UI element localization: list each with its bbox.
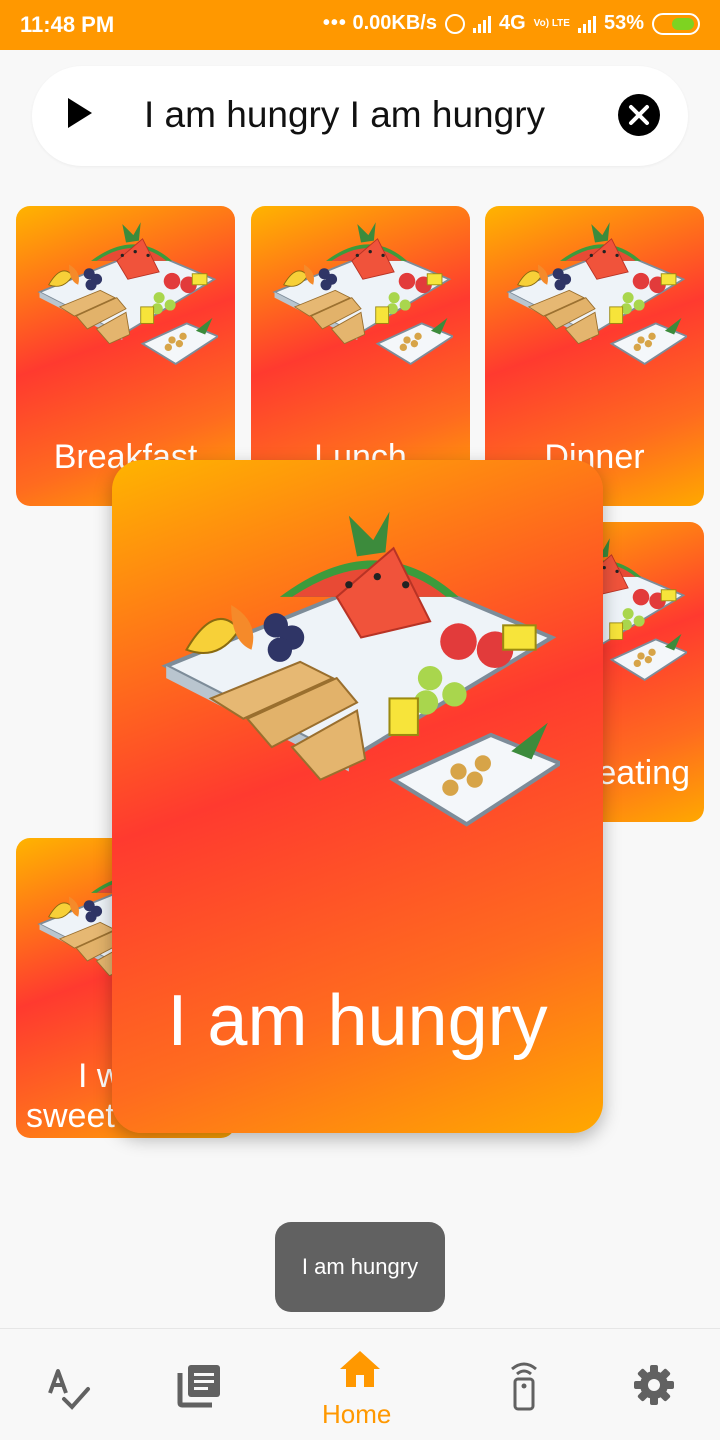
status-time: 11:48 PM [20,12,115,37]
status-indicators: ••• 0.00KB/s 4G Vo) LTE 53% [323,12,700,35]
network-type: 4G [498,12,526,34]
food-plate-image [503,220,687,368]
focused-card[interactable]: I am hungry [112,460,603,1133]
card-label: eating [597,754,690,792]
toast: I am hungry [275,1222,445,1312]
food-plate-image [34,220,218,368]
play-icon[interactable] [68,98,92,128]
battery-icon [652,12,700,35]
nav-home-label: Home [322,1399,392,1429]
gear-icon [634,1365,674,1405]
food-plate-image [154,500,560,840]
nav-remote[interactable] [474,1329,574,1440]
sentence-bar: I am hungry I am hungry [32,66,688,166]
sentence-text: I am hungry I am hungry [144,94,546,135]
toast-text: I am hungry [301,1254,419,1279]
alarm-icon [444,13,465,34]
remote-icon [511,1362,537,1411]
signal-icon [472,15,491,33]
bottom-nav: Home [0,1328,720,1440]
spellcheck-icon [48,1369,90,1410]
clear-button[interactable] [618,94,660,136]
nav-library[interactable] [150,1329,250,1440]
signal-icon-2 [577,15,596,33]
focused-card-label: I am hungry [167,981,548,1061]
network-speed: ••• 0.00KB/s [322,12,437,34]
home-icon [340,1351,380,1387]
status-bar: 11:48 PM ••• 0.00KB/s 4G Vo) LTE 53% [0,0,720,50]
close-icon [629,105,649,125]
food-plate-image [269,220,453,368]
volte-icon: Vo) LTE [533,17,570,29]
card-label: I w sweet [26,1057,122,1135]
library-books-icon [177,1365,220,1408]
battery-percent: 53% [603,12,644,34]
nav-settings[interactable] [604,1329,704,1440]
nav-spellcheck[interactable] [20,1329,120,1440]
